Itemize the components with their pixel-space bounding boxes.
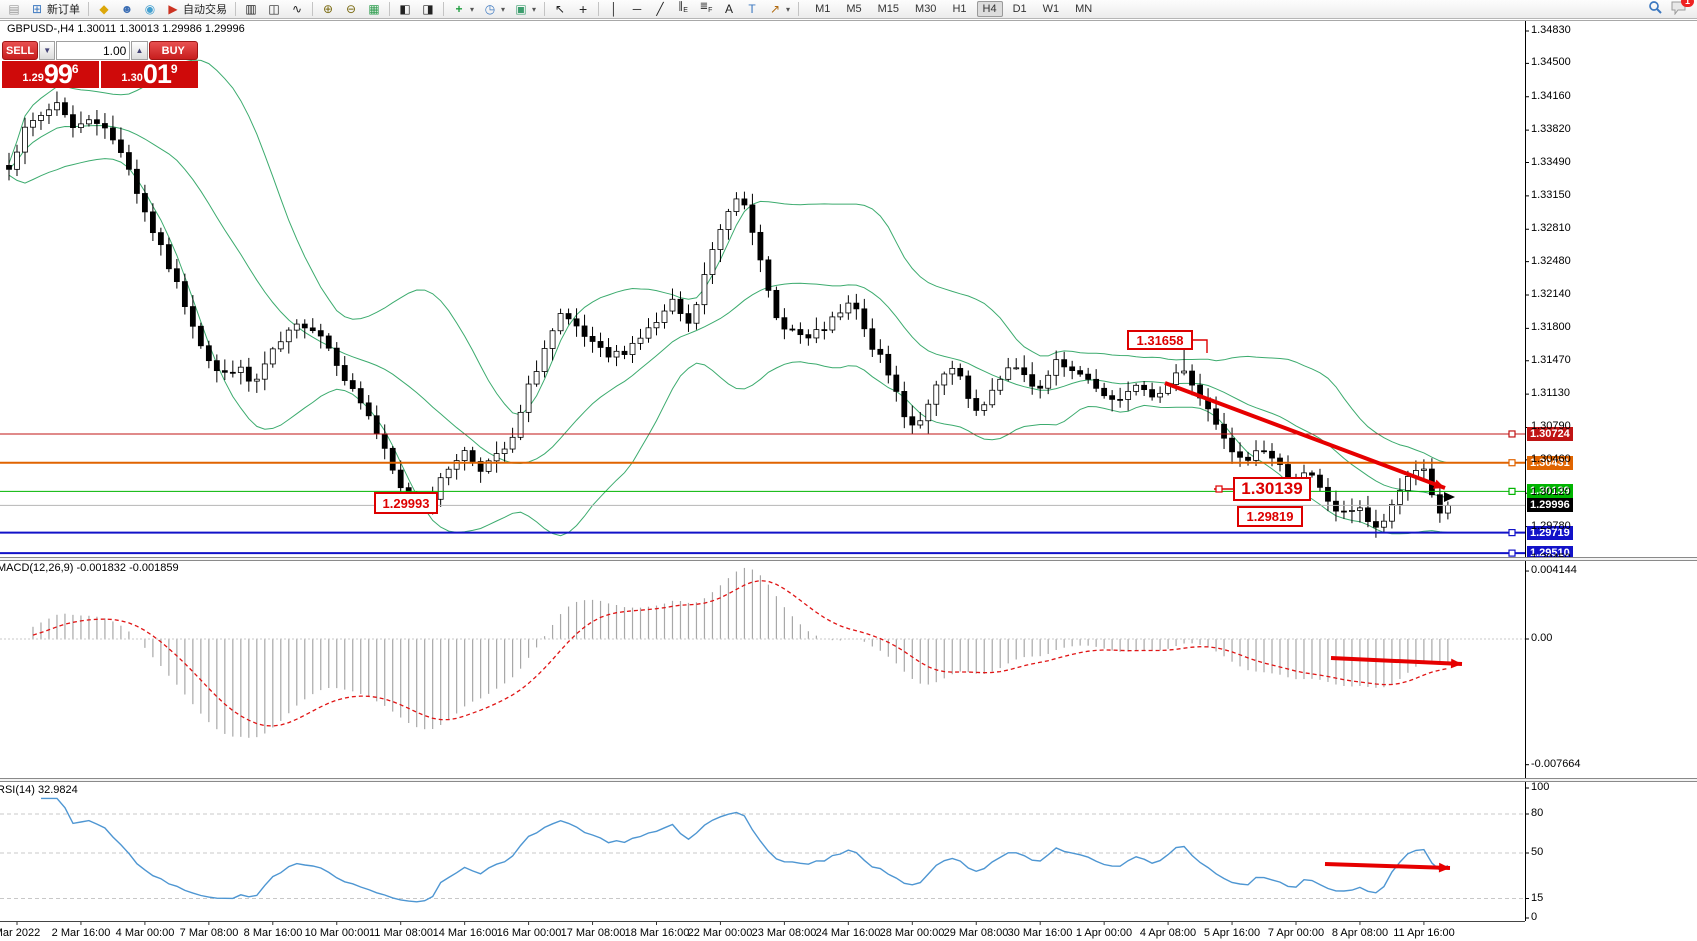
sell-price[interactable]: 1.29996 <box>2 61 99 88</box>
price-arrow-marker <box>1444 492 1455 502</box>
buy-price[interactable]: 1.30019 <box>101 61 198 88</box>
trend-arrow[interactable] <box>1451 659 1462 669</box>
volume-input[interactable] <box>56 41 130 60</box>
mt4-window: ▤ ⊞ 新订单 ◆ ☻ ◉ ▶ 自动交易 ▥ ◫ ∿ ⊕ ⊖ ▦ ◧ ◨ +▾ … <box>0 0 1697 941</box>
chart-canvas[interactable] <box>0 1 1697 941</box>
one-click-trading-panel: SELL ▼ ▲ BUY 1.29996 1.30019 <box>2 41 198 88</box>
chart-area: 1.307241.304311.301391.299961.297191.295… <box>0 20 1697 941</box>
macd-label: MACD(12,26,9) -0.001832 -0.001859 <box>0 562 179 574</box>
trend-arrow[interactable] <box>1433 480 1445 489</box>
volume-down-button[interactable]: ▼ <box>39 41 55 60</box>
buy-button[interactable]: BUY <box>149 41 198 60</box>
pane-separator[interactable] <box>0 557 1697 561</box>
pane-separator[interactable] <box>0 778 1697 782</box>
sell-button[interactable]: SELL <box>2 41 38 60</box>
macd-signal-line <box>33 581 1448 726</box>
rsi-label: RSI(14) 32.9824 <box>0 784 78 796</box>
volume-up-button[interactable]: ▲ <box>131 41 147 60</box>
trend-arrow[interactable] <box>1439 863 1450 873</box>
bollinger-upper-band[interactable] <box>9 60 1448 463</box>
symbol-title: GBPUSD-,H4 1.30011 1.30013 1.29986 1.299… <box>7 23 245 35</box>
